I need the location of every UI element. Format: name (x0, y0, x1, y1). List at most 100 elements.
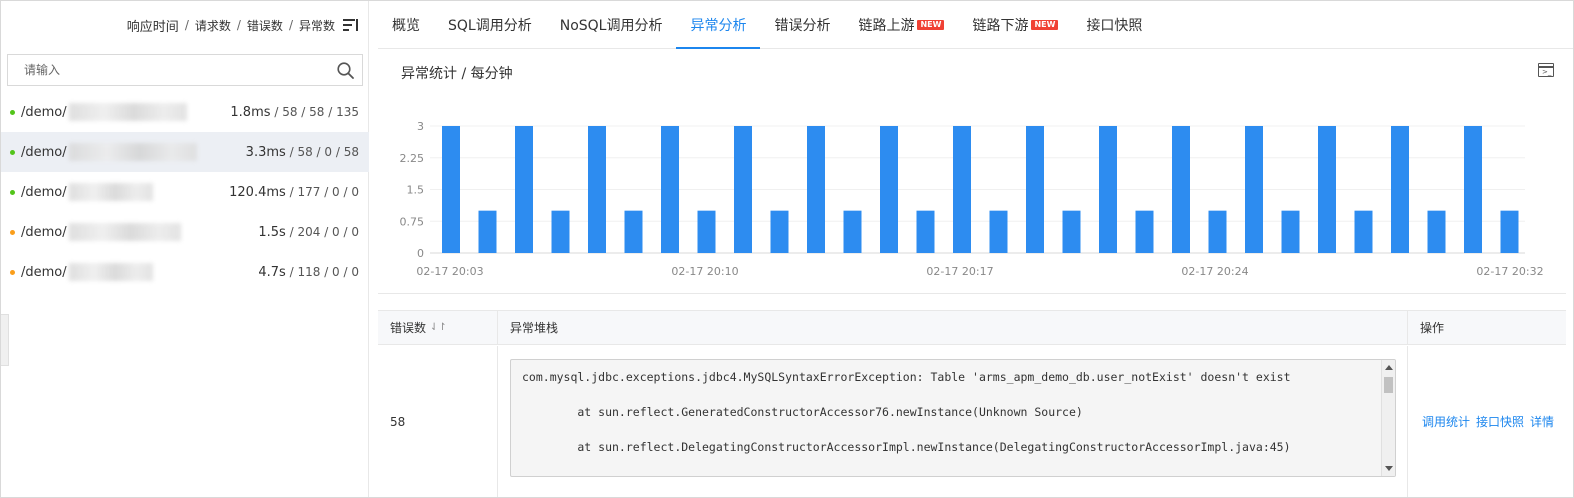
stack-line: at sun.reflect.GeneratedConstructorAcces… (522, 405, 1083, 419)
endpoint-item[interactable]: /demo/1.5s / 204 / 0 / 0 (1, 212, 369, 252)
sort-separator: / (236, 18, 241, 32)
chart-bar[interactable] (843, 210, 862, 253)
new-badge: NEW (917, 19, 945, 30)
sort-bar: 响应时间 / 请求数 / 错误数 / 异常数 (1, 1, 369, 49)
tab-label: NoSQL调用分析 (559, 17, 663, 34)
chart-bar[interactable] (1062, 210, 1081, 253)
endpoint-item[interactable]: /demo/4.7s / 118 / 0 / 0 (1, 252, 369, 292)
chart-bar[interactable] (1245, 126, 1263, 253)
header-stack: 异常堆栈 (498, 311, 1408, 345)
chart-bar[interactable] (734, 126, 752, 253)
chart-bar[interactable] (1208, 210, 1227, 253)
tab-1[interactable]: SQL调用分析 (434, 1, 546, 48)
chart-bar[interactable] (624, 210, 643, 253)
chart-bar[interactable] (916, 210, 935, 253)
stack-trace-box[interactable]: com.mysql.jdbc.exceptions.jdbc4.MySQLSyn… (510, 359, 1396, 477)
chart-bar[interactable] (1099, 126, 1117, 253)
redacted-path-segment (68, 143, 197, 161)
error-count-value: 58 (390, 414, 406, 429)
stack-scrollbar[interactable] (1381, 360, 1395, 476)
sort-option-requests[interactable]: 请求数 (195, 17, 231, 34)
action-snapshot-link[interactable]: 接口快照 (1476, 413, 1524, 430)
stack-line: com.mysql.jdbc.exceptions.jdbc4.MySQLSyn… (522, 370, 1291, 384)
endpoint-metrics: 3.3ms / 58 / 0 / 58 (246, 145, 359, 160)
header-error-count[interactable]: 错误数 ⇃↾ (378, 311, 498, 345)
chart-bar[interactable] (588, 126, 606, 253)
chart-bar[interactable] (661, 126, 679, 253)
chart-bar[interactable] (807, 126, 825, 253)
action-details-link[interactable]: 详情 (1530, 413, 1554, 430)
chart-bar[interactable] (770, 210, 789, 253)
scroll-down-icon[interactable] (1385, 466, 1393, 471)
endpoint-metrics: 1.5s / 204 / 0 / 0 (258, 225, 359, 240)
chart-bar[interactable] (1172, 126, 1190, 253)
terminal-icon[interactable]: >_ (1538, 63, 1554, 77)
chart-bar[interactable] (478, 210, 497, 253)
chart-bar[interactable] (1281, 210, 1300, 253)
chart-bar[interactable] (880, 126, 898, 253)
search-input[interactable] (8, 55, 308, 85)
tab-7[interactable]: 接口快照 (1072, 1, 1156, 48)
chart-bar[interactable] (551, 210, 570, 253)
cell-stack: com.mysql.jdbc.exceptions.jdbc4.MySQLSyn… (498, 346, 1408, 497)
chart-bar[interactable] (442, 126, 460, 253)
chart-bar[interactable] (1427, 210, 1446, 253)
new-badge: NEW (1031, 19, 1059, 30)
chart-bar[interactable] (989, 210, 1008, 253)
tab-2[interactable]: NoSQL调用分析 (546, 1, 677, 48)
endpoint-sidebar: 响应时间 / 请求数 / 错误数 / 异常数 /demo/1.8ms / 58 … (1, 1, 369, 497)
sidebar-collapse-handle[interactable] (1, 314, 9, 366)
metric-counts: / 118 / 0 / 0 (285, 264, 359, 279)
exception-table: 错误数 ⇃↾ 异常堆栈 操作 58 com.mysql.jdbc.excepti… (378, 310, 1566, 497)
y-tick-label: 1.5 (407, 184, 425, 197)
tab-label: 概览 (392, 17, 420, 34)
search-icon[interactable] (337, 62, 354, 79)
tab-4[interactable]: 错误分析 (760, 1, 844, 48)
endpoint-item[interactable]: /demo/120.4ms / 177 / 0 / 0 (1, 172, 369, 212)
tab-label: 接口快照 (1086, 17, 1143, 34)
action-call-stats-link[interactable]: 调用统计 (1422, 413, 1470, 430)
scroll-thumb[interactable] (1384, 377, 1393, 393)
sort-order-icon[interactable] (343, 18, 359, 32)
x-tick-label: 02-17 20:32 (1476, 265, 1543, 278)
chart-bar[interactable] (1391, 126, 1409, 253)
tab-label: SQL调用分析 (448, 17, 532, 34)
chart-title: 异常统计 / 每分钟 (401, 66, 513, 82)
sort-option-exceptions[interactable]: 异常数 (299, 17, 335, 34)
chart-bar[interactable] (1464, 126, 1482, 253)
chart-bar[interactable] (1026, 126, 1044, 253)
sort-option-errors[interactable]: 错误数 (247, 17, 283, 34)
tab-3[interactable]: 异常分析 (676, 1, 761, 49)
chart-bar[interactable] (1354, 210, 1373, 253)
tab-5[interactable]: 链路上游 NEW (844, 1, 958, 48)
sort-arrows-icon[interactable]: ⇃↾ (430, 322, 447, 333)
sort-option-response-time[interactable]: 响应时间 (127, 16, 179, 35)
tab-label: 链路上游 (858, 17, 915, 34)
endpoint-metrics: 4.7s / 118 / 0 / 0 (258, 265, 359, 280)
exception-chart-card: 0 0.75 1.5 2.25 3 02-17 20:03 02-17 20:10 02-17… (378, 50, 1566, 294)
x-tick-label: 02-17 20:10 (671, 265, 738, 278)
chart-bar[interactable] (515, 126, 533, 253)
endpoint-path: /demo/ (21, 224, 67, 240)
endpoint-item[interactable]: /demo/1.8ms / 58 / 58 / 135 (1, 92, 369, 132)
endpoint-item[interactable]: /demo/3.3ms / 58 / 0 / 58 (1, 132, 369, 172)
sort-separator: / (288, 18, 293, 32)
header-stack-label: 异常堆栈 (510, 321, 559, 335)
header-actions: 操作 (1408, 311, 1566, 345)
chart-bar[interactable] (1500, 210, 1519, 253)
chart-bar[interactable] (1318, 126, 1336, 253)
metric-counts: / 204 / 0 / 0 (285, 224, 359, 239)
metric-response-time: 3.3ms (245, 144, 286, 160)
analysis-tabs: 概览 SQL调用分析 NoSQL调用分析 异常分析 错误分析 链路上游 NEW 链路下游 NEW… (378, 1, 1573, 49)
chart-bar[interactable] (697, 210, 716, 253)
chart-bar[interactable] (1135, 210, 1154, 253)
scroll-up-icon[interactable] (1385, 365, 1393, 370)
tab-0[interactable]: 概览 (378, 1, 434, 48)
stack-line: at sun.reflect.DelegatingConstructorAcce… (522, 440, 1291, 454)
metric-response-time: 1.5s (258, 224, 286, 240)
tab-6[interactable]: 链路下游 NEW (958, 1, 1072, 48)
y-tick-label: 2.25 (400, 152, 425, 165)
endpoint-path: /demo/ (21, 264, 67, 280)
cell-actions: 调用统计 接口快照 详情 (1408, 346, 1566, 497)
chart-bar[interactable] (953, 126, 971, 253)
